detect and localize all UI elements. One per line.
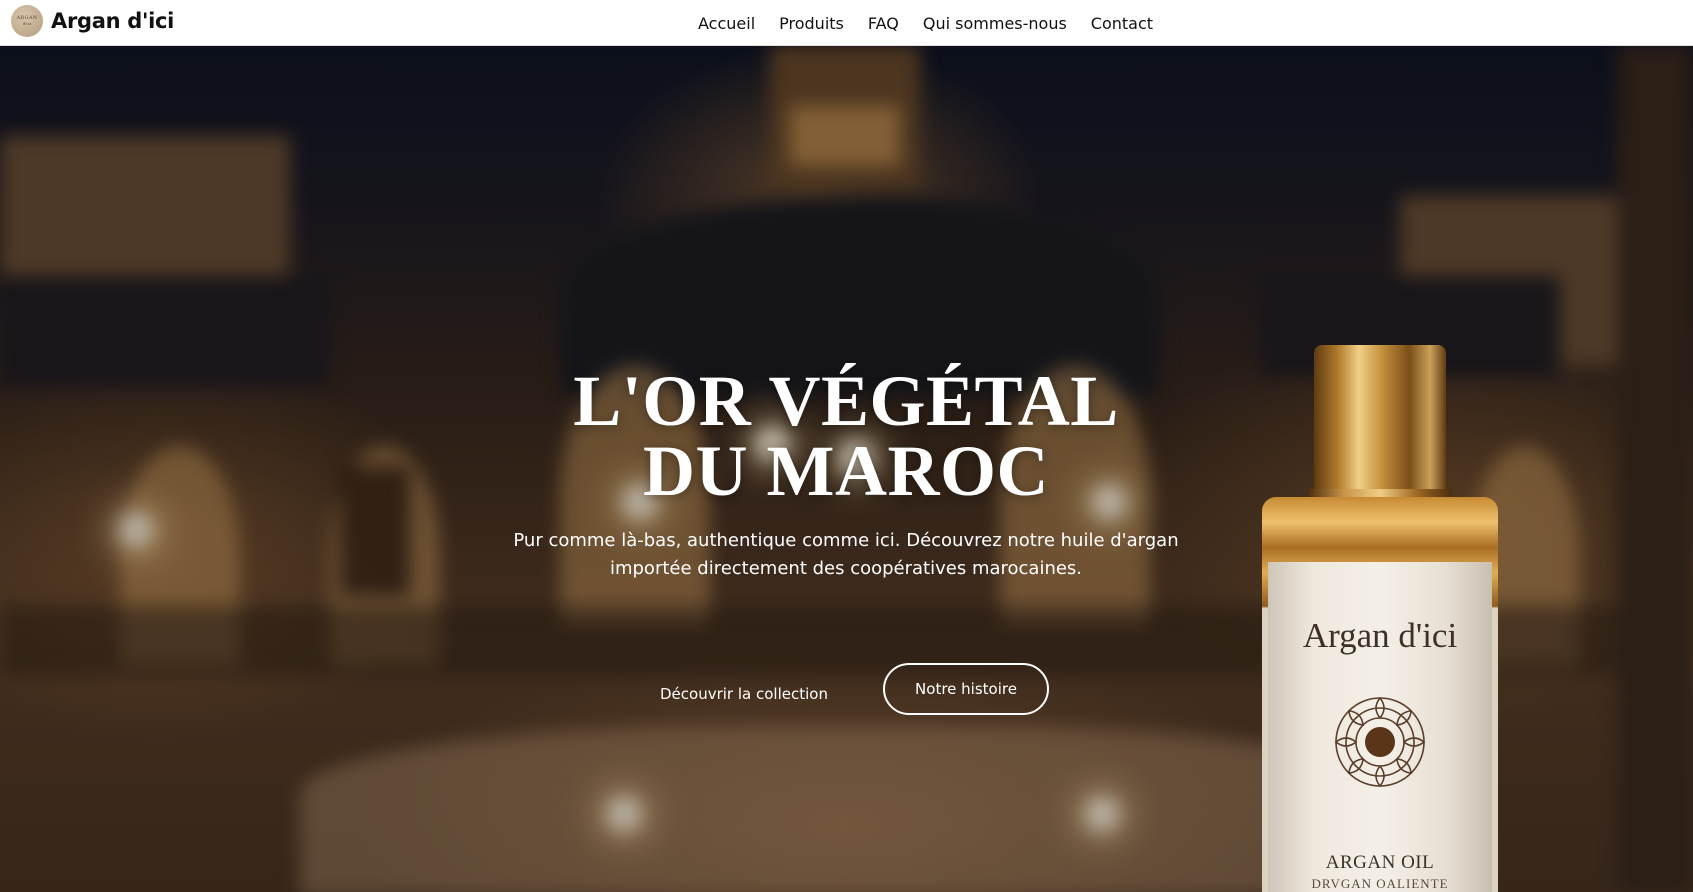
nav-link-qui-sommes-nous[interactable]: Qui sommes-nous [923,14,1067,33]
product-bottle-image: Argan d'ici ARGAN OIL DRVGAN OALIENTE [1262,345,1498,892]
logo-text-bottom: d'ici [22,21,32,26]
bottle-body: Argan d'ici ARGAN OIL DRVGAN OALIENTE [1262,497,1498,892]
bottle-label: Argan d'ici ARGAN OIL DRVGAN OALIENTE [1268,562,1492,892]
bottle-label-brand: Argan d'ici [1302,616,1458,655]
bottle-label-product: ARGAN OIL [1325,852,1435,873]
nav-link-faq[interactable]: FAQ [868,14,899,33]
nav-link-produits[interactable]: Produits [779,14,844,33]
hero-subtitle: Pur comme là-bas, authentique comme ici.… [513,530,1179,579]
bottle-label-subtext: DRVGAN OALIENTE [1311,876,1449,891]
main-nav: Accueil Produits FAQ Qui sommes-nous Con… [698,0,1153,46]
discover-collection-button[interactable]: Découvrir la collection [660,676,828,712]
brand-logo-icon: ARGAN d'ici [11,5,43,37]
nav-link-accueil[interactable]: Accueil [698,14,755,33]
brand-name: Argan d'ici [51,9,175,33]
brand-home-link[interactable]: ARGAN d'ici Argan d'ici [11,5,174,37]
our-story-button[interactable]: Notre histoire [883,663,1049,715]
hero-title-line1: L'OR VÉGÉTAL [573,361,1119,441]
hero-title: L'OR VÉGÉTAL DU MAROC [446,361,1246,511]
hero-title-line2: DU MAROC [643,431,1049,511]
bottle-cap [1314,345,1446,493]
mandala-emblem-icon [1334,696,1426,788]
hero-section: L'OR VÉGÉTAL DU MAROC Pur comme là-bas, … [0,46,1693,892]
top-navbar: ARGAN d'ici Argan d'ici Accueil Produits… [0,0,1693,46]
nav-link-contact[interactable]: Contact [1091,14,1153,33]
